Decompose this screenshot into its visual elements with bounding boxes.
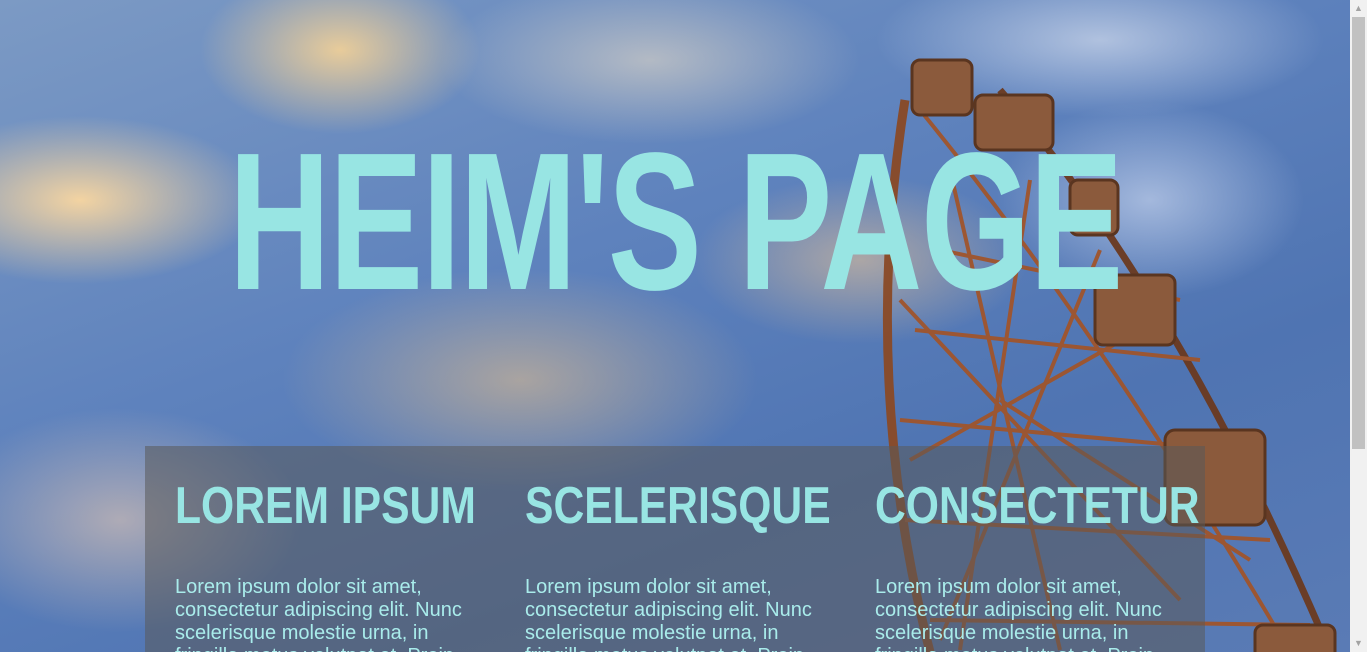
- hero-title: HEIM'S PAGE: [228, 112, 1124, 331]
- page-background: HEIM'S PAGE LOREM IPSUM Lorem ipsum dolo…: [0, 0, 1350, 652]
- column-text: Lorem ipsum dolor sit amet, consectetur …: [875, 576, 1162, 652]
- scroll-up-icon[interactable]: ▲: [1350, 0, 1367, 17]
- column-heading: SCELERISQUE: [525, 477, 831, 535]
- content-panel: LOREM IPSUM Lorem ipsum dolor sit amet, …: [145, 446, 1205, 652]
- scrollbar-thumb[interactable]: [1352, 17, 1365, 449]
- column-heading: LOREM IPSUM: [175, 477, 476, 535]
- column-text: Lorem ipsum dolor sit amet, consectetur …: [525, 576, 812, 652]
- column-heading: CONSECTETUR: [875, 477, 1200, 535]
- vertical-scrollbar[interactable]: ▲ ▼: [1350, 0, 1367, 652]
- column-text: Lorem ipsum dolor sit amet, consectetur …: [175, 576, 462, 652]
- scroll-down-icon[interactable]: ▼: [1350, 635, 1367, 652]
